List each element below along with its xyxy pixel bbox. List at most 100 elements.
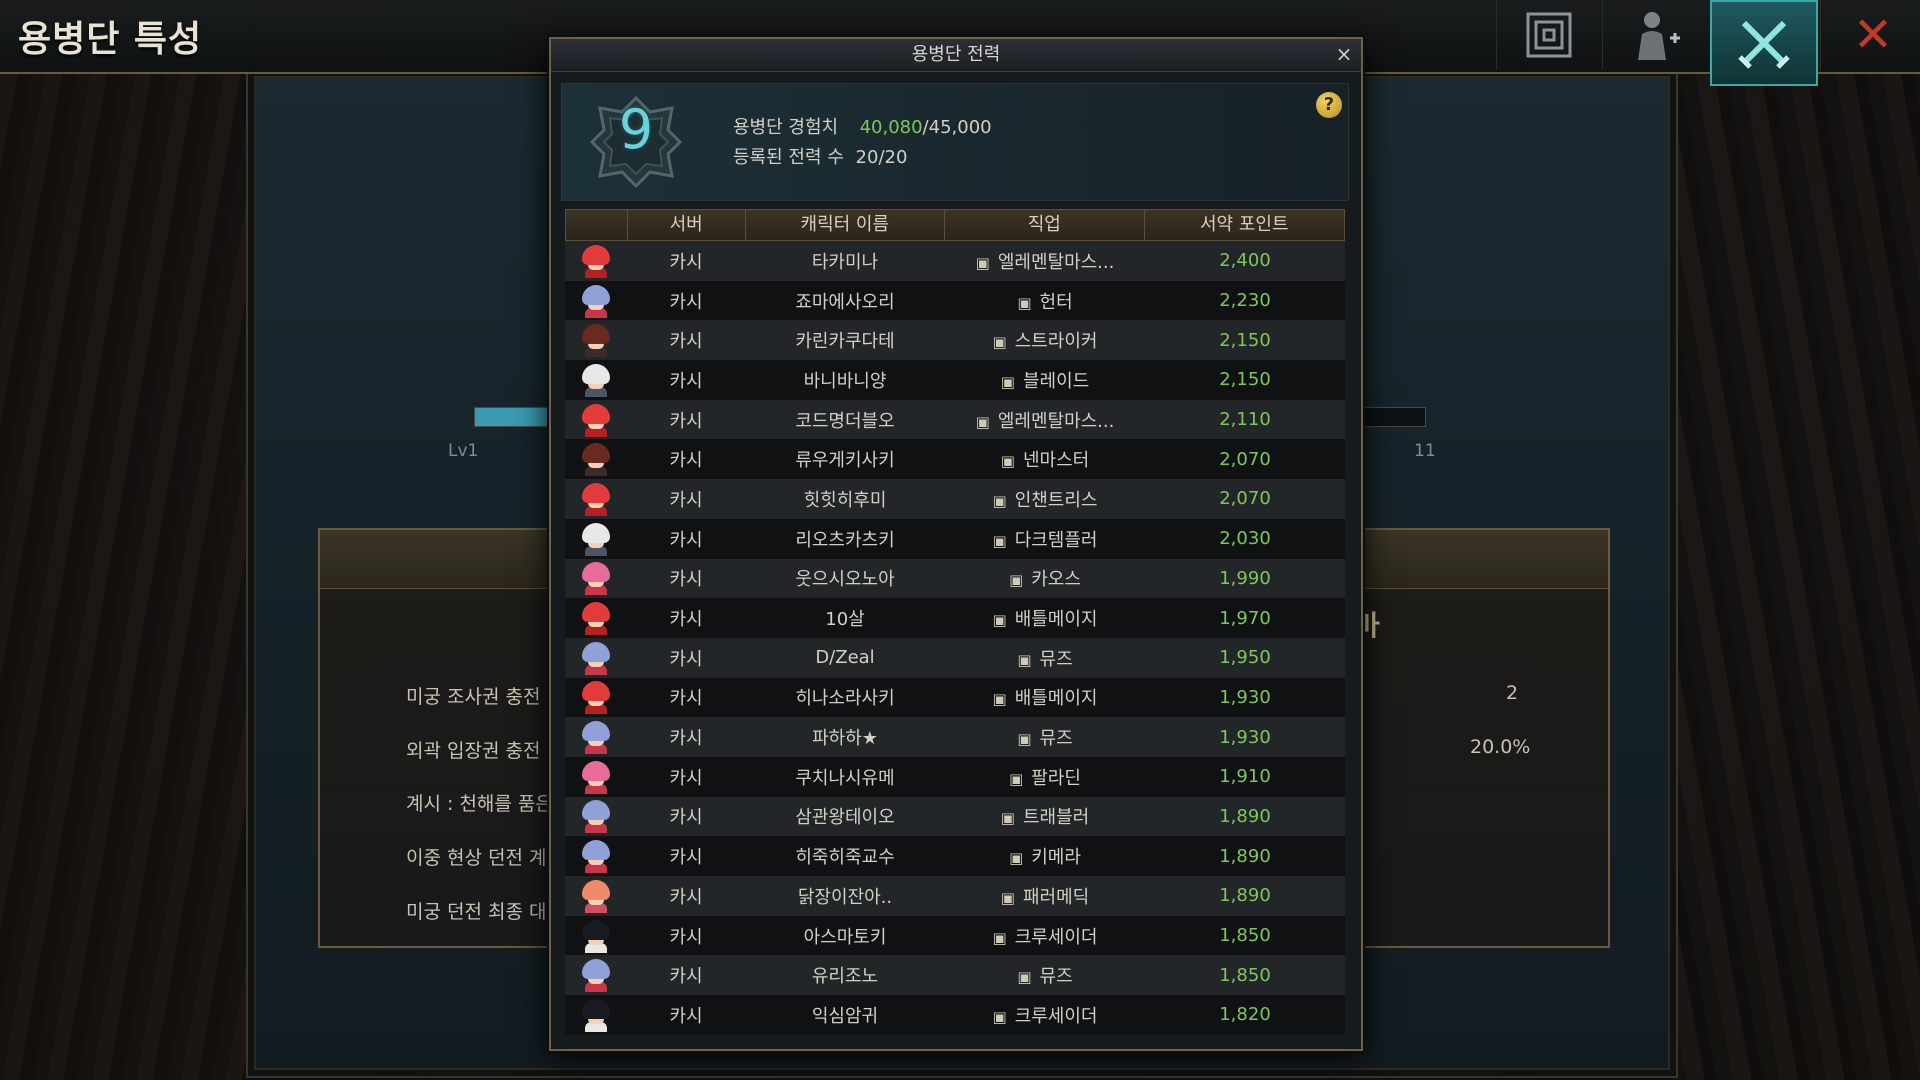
avatar-hair [582, 919, 610, 940]
character-name-cell: 타카미나 [811, 251, 879, 273]
table-row[interactable]: 카시 히나소라사키 ▣ 배틀메이지 1,930 [565, 677, 1345, 718]
job-label: 인챈트리스 [1014, 489, 1098, 511]
points-cell: 1,850 [1219, 925, 1271, 947]
character-avatar [579, 680, 613, 715]
job-cell: ▣ 카오스 [945, 565, 1145, 591]
avatar-cell [565, 284, 627, 318]
server-cell: 카시 [669, 1005, 703, 1027]
points-cell: 2,230 [1219, 290, 1271, 312]
crossed-swords-button[interactable] [1710, 0, 1818, 86]
job-label: 엘레멘탈마스... [997, 251, 1115, 273]
avatar-hair [582, 522, 610, 543]
table-row[interactable]: 카시 10살 ▣ 배틀메이지 1,970 [565, 598, 1345, 638]
table-row[interactable]: 카시 힛힛히후미 ▣ 인챈트리스 2,070 [565, 479, 1345, 519]
character-avatar [579, 561, 613, 596]
avatar-hair [582, 443, 610, 464]
crossed-swords-icon [1738, 20, 1790, 69]
server-cell: 카시 [669, 767, 703, 789]
server-cell: 카시 [669, 648, 703, 670]
server-cell: 카시 [669, 251, 703, 273]
job-label: 뮤즈 [1039, 966, 1073, 988]
mercenary-level: 9 [618, 98, 654, 161]
avatar-hair [582, 403, 610, 424]
table-row[interactable]: 카시 파하하★ ▣ 뮤즈 1,930 [565, 717, 1345, 757]
avatar-hair [582, 562, 610, 583]
table-row[interactable]: 카시 익심암귀 ▣ 크루세이더 1,820 [565, 995, 1345, 1035]
table-row[interactable]: 카시 타카미나 ▣ 엘레멘탈마스... 2,400 [565, 241, 1345, 281]
server-cell: 카시 [669, 688, 703, 710]
mercenary-power-popup: 용병단 전력 × 9 용병단 경험치 40,080/45,000 등록된 전력 … [549, 37, 1363, 1051]
server-cell: 카시 [669, 847, 703, 869]
table-row[interactable]: 카시 쿠치나시유메 ▣ 팔라딘 1,910 [565, 756, 1345, 797]
server-cell: 카시 [669, 886, 703, 908]
table-row[interactable]: 카시 히죽히죽교수 ▣ 키메라 1,890 [565, 836, 1345, 876]
avatar-cell [565, 998, 627, 1032]
registered-label: 등록된 전력 수 [733, 147, 844, 168]
class-emblem-icon: ▣ [1017, 650, 1032, 669]
character-add-icon [1638, 12, 1680, 60]
background-level-left: Lv1 [448, 441, 479, 461]
table-row[interactable]: 카시 류우게키사키 ▣ 넨마스터 2,070 [565, 439, 1345, 480]
table-row[interactable]: 카시 리오츠카츠키 ▣ 다크템플러 2,030 [565, 518, 1345, 559]
character-name-cell: 히죽히죽교수 [795, 847, 895, 869]
character-name-cell: 유리조노 [811, 966, 879, 988]
character-avatar [579, 284, 613, 318]
class-emblem-icon: ▣ [992, 333, 1007, 352]
registered-value: 20/20 [855, 147, 908, 168]
table-row[interactable]: 카시 죠마에사오리 ▣ 헌터 2,230 [565, 280, 1345, 321]
character-name-cell: 코드명더블오 [795, 410, 895, 432]
character-avatar [579, 601, 613, 636]
table-row[interactable]: 카시 웃으시오노아 ▣ 카오스 1,990 [565, 558, 1345, 599]
server-cell: 카시 [669, 609, 703, 631]
avatar-cell [565, 641, 627, 675]
dungeon-map-icon [1526, 12, 1572, 58]
help-button[interactable]: ? [1316, 92, 1342, 118]
avatar-cell [565, 403, 627, 437]
points-cell: 1,990 [1219, 567, 1271, 589]
table-row[interactable]: 카시 코드명더블오 ▣ 엘레멘탈마스... 2,110 [565, 399, 1345, 440]
character-name-cell: 익심암귀 [811, 1005, 879, 1027]
character-avatar [579, 720, 613, 755]
server-cell: 카시 [669, 450, 703, 472]
table-row[interactable]: 카시 D/Zeal ▣ 뮤즈 1,950 [565, 637, 1345, 678]
table-row[interactable]: 카시 유리조노 ▣ 뮤즈 1,850 [565, 955, 1345, 996]
exp-label: 용병단 경험치 [733, 117, 839, 138]
character-name-cell: 리오츠카츠키 [795, 529, 895, 551]
table-row[interactable]: 카시 닭장이잔아.. ▣ 패러메딕 1,890 [565, 876, 1345, 916]
close-screen-button[interactable]: ✕ [1820, 0, 1920, 70]
table-row[interactable]: 카시 바니바니양 ▣ 블레이드 2,150 [565, 360, 1345, 400]
avatar-hair [582, 760, 610, 781]
table-row[interactable]: 카시 삼관왕테이오 ▣ 트래블러 1,890 [565, 796, 1345, 837]
table-row[interactable]: 카시 아스마토키 ▣ 크루세이더 1,850 [565, 915, 1345, 956]
job-cell: ▣ 헌터 [945, 288, 1145, 314]
avatar-hair [582, 363, 610, 384]
job-cell: ▣ 패러메딕 [945, 883, 1145, 909]
class-emblem-icon: ▣ [1009, 769, 1024, 788]
job-label: 스트라이커 [1014, 331, 1098, 353]
character-table: 서버 캐릭터 이름 직업 서약 포인트 카시 타카미나 ▣ 엘레멘탈마스... 2… [565, 209, 1345, 1035]
character-avatar [579, 244, 613, 278]
job-label: 패러메딕 [1022, 886, 1090, 908]
character-add-button[interactable] [1602, 0, 1707, 70]
job-cell: ▣ 뮤즈 [945, 724, 1145, 750]
class-emblem-icon: ▣ [975, 253, 990, 272]
exp-line: 용병단 경험치 40,080/45,000 [733, 113, 992, 139]
class-emblem-icon: ▣ [1017, 968, 1032, 987]
class-emblem-icon: ▣ [992, 690, 1007, 709]
avatar-cell [565, 561, 627, 596]
avatar-hair [582, 284, 610, 305]
popup-close-button[interactable]: × [1333, 43, 1355, 65]
table-row[interactable]: 카시 카린카쿠다테 ▣ 스트라이커 2,150 [565, 320, 1345, 361]
avatar-cell [565, 680, 627, 715]
job-label: 배틀메이지 [1014, 609, 1098, 631]
job-cell: ▣ 블레이드 [945, 367, 1145, 393]
character-avatar [579, 799, 613, 834]
dungeon-map-button[interactable] [1496, 0, 1601, 70]
class-emblem-icon: ▣ [1017, 730, 1032, 749]
class-emblem-icon: ▣ [992, 491, 1007, 510]
server-cell: 카시 [669, 331, 703, 353]
header-character-name: 캐릭터 이름 [746, 210, 946, 240]
background-row: 미궁 던전 최종 대 [406, 901, 547, 923]
character-name-cell: 힛힛히후미 [803, 489, 887, 511]
header-points: 서약 포인트 [1199, 214, 1289, 235]
